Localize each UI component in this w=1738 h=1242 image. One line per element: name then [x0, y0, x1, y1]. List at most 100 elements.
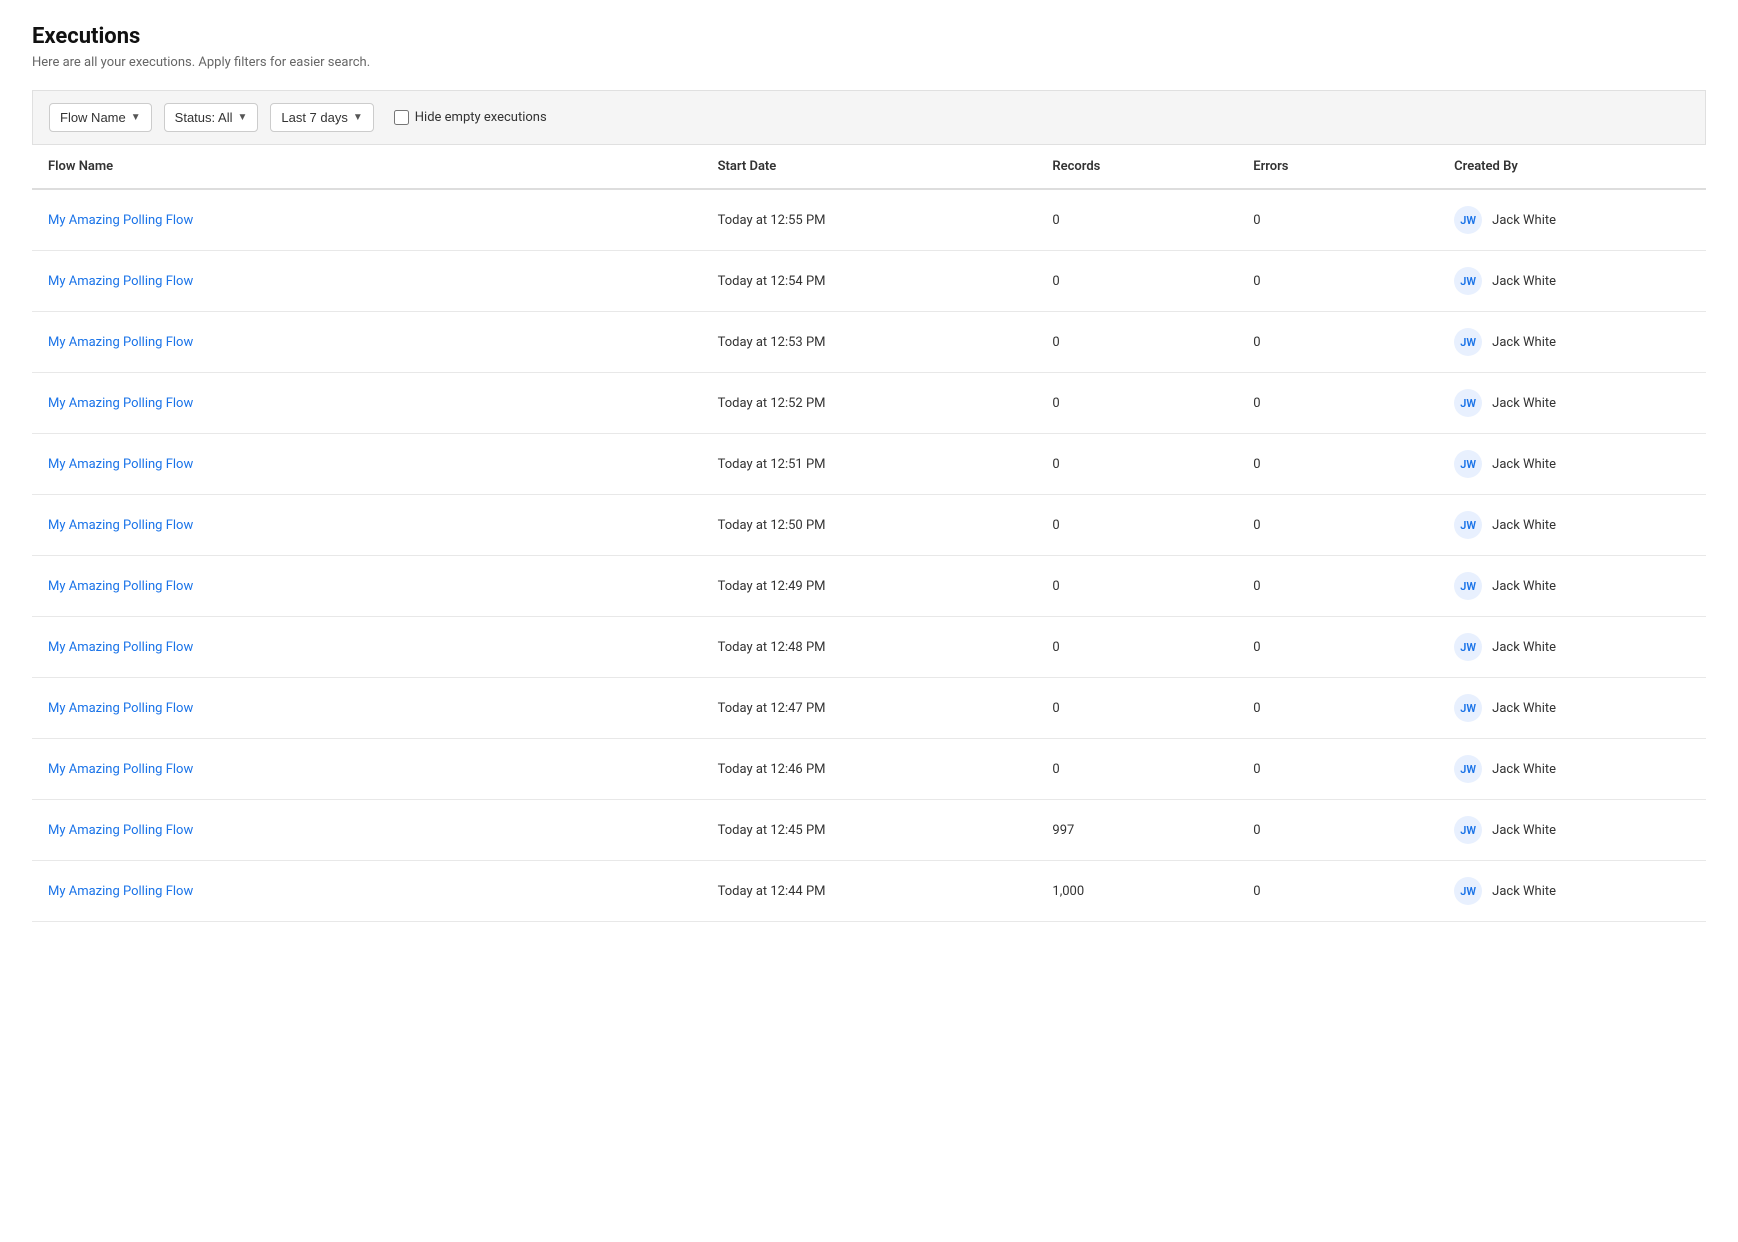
avatar: JW	[1454, 694, 1482, 722]
table-row: My Amazing Polling Flow Today at 12:53 PM…	[32, 312, 1706, 373]
col-header-records: Records	[1036, 145, 1237, 189]
errors-cell: 0	[1237, 251, 1438, 312]
flow-name-link[interactable]: My Amazing Polling Flow	[48, 762, 193, 777]
table-row: My Amazing Polling FlowToday at 12:49 PM…	[32, 556, 1706, 617]
creator-name: Jack White	[1492, 762, 1556, 777]
avatar: JW	[1454, 816, 1482, 844]
start-date-cell: Today at 12:47 PM	[702, 678, 1037, 739]
page-subtitle: Here are all your executions. Apply filt…	[32, 55, 1706, 70]
creator-name: Jack White	[1492, 640, 1556, 655]
avatar: JW	[1454, 328, 1482, 356]
start-date-cell: Today at 12:54 PM	[702, 251, 1037, 312]
created-by-cell: JW Jack White	[1438, 800, 1706, 861]
errors-cell: 0	[1237, 312, 1438, 373]
table-header-row: Flow Name Start Date Records Errors Crea…	[32, 145, 1706, 189]
creator-name: Jack White	[1492, 274, 1556, 289]
records-cell: 1,000	[1036, 861, 1237, 922]
date-range-filter-button[interactable]: Last 7 days ▼	[270, 103, 373, 132]
errors-cell: 0	[1237, 617, 1438, 678]
flow-name-link[interactable]: My Amazing Polling Flow	[48, 274, 193, 289]
created-by-cell: JW Jack White	[1438, 495, 1706, 556]
records-cell: 0	[1036, 678, 1237, 739]
hide-empty-executions-toggle[interactable]: Hide empty executions	[394, 110, 547, 125]
table-row: My Amazing Polling Flow Today at 12:46 PM…	[32, 739, 1706, 800]
table-row: My Amazing Polling Flow Today at 12:51 PM…	[32, 434, 1706, 495]
records-cell: 0	[1036, 434, 1237, 495]
created-by-cell: JW Jack White	[1438, 678, 1706, 739]
start-date-cell: Today at 12:51 PM	[702, 434, 1037, 495]
records-cell: 0	[1036, 312, 1237, 373]
created-by-cell: JW Jack White	[1438, 739, 1706, 800]
flow-name-link[interactable]: My Amazing Polling Flow	[48, 518, 193, 533]
avatar: JW	[1454, 389, 1482, 417]
records-cell: 0	[1036, 617, 1237, 678]
created-by-cell: JWJack White	[1438, 861, 1706, 922]
flow-name-link[interactable]: My Amazing Polling Flow	[48, 701, 193, 716]
records-cell: 0	[1036, 373, 1237, 434]
records-cell: 997	[1036, 800, 1237, 861]
start-date-cell: Today at 12:45 PM	[702, 800, 1037, 861]
created-by-cell: JW Jack White	[1438, 617, 1706, 678]
flow-name-link[interactable]: My Amazing Polling Flow	[48, 884, 193, 899]
created-by-cell: JW Jack White	[1438, 189, 1706, 251]
col-header-errors: Errors	[1237, 145, 1438, 189]
hide-empty-checkbox[interactable]	[394, 110, 409, 125]
errors-cell: 0	[1237, 556, 1438, 617]
records-cell: 0	[1036, 739, 1237, 800]
flow-name-link[interactable]: My Amazing Polling Flow	[48, 579, 193, 594]
page-container: Executions Here are all your executions.…	[0, 0, 1738, 946]
flow-name-link[interactable]: My Amazing Polling Flow	[48, 457, 193, 472]
avatar: JW	[1454, 877, 1482, 905]
table-row: My Amazing Polling Flow Today at 12:45 PM…	[32, 800, 1706, 861]
records-cell: 0	[1036, 251, 1237, 312]
avatar: JW	[1454, 633, 1482, 661]
errors-cell: 0	[1237, 189, 1438, 251]
status-chevron-icon: ▼	[237, 112, 247, 123]
creator-name: Jack White	[1492, 518, 1556, 533]
date-range-filter-label: Last 7 days	[281, 110, 348, 125]
creator-name: Jack White	[1492, 335, 1556, 350]
table-row: My Amazing Polling Flow Today at 12:54 PM…	[32, 251, 1706, 312]
flow-name-filter-label: Flow Name	[60, 110, 126, 125]
avatar: JW	[1454, 267, 1482, 295]
start-date-cell: Today at 12:53 PM	[702, 312, 1037, 373]
flow-name-link[interactable]: My Amazing Polling Flow	[48, 396, 193, 411]
executions-tbody: My Amazing Polling Flow Today at 12:55 PM…	[32, 189, 1706, 922]
flow-name-link[interactable]: My Amazing Polling Flow	[48, 823, 193, 838]
col-header-start-date: Start Date	[702, 145, 1037, 189]
created-by-cell: JW Jack White	[1438, 434, 1706, 495]
table-row: My Amazing Polling FlowToday at 12:50 PM…	[32, 495, 1706, 556]
creator-name: Jack White	[1492, 701, 1556, 716]
errors-cell: 0	[1237, 434, 1438, 495]
errors-cell: 0	[1237, 678, 1438, 739]
created-by-cell: JW Jack White	[1438, 251, 1706, 312]
errors-cell: 0	[1237, 373, 1438, 434]
start-date-cell: Today at 12:55 PM	[702, 189, 1037, 251]
errors-cell: 0	[1237, 861, 1438, 922]
table-row: My Amazing Polling Flow Today at 12:55 PM…	[32, 189, 1706, 251]
start-date-cell: Today at 12:46 PM	[702, 739, 1037, 800]
flow-name-link[interactable]: My Amazing Polling Flow	[48, 640, 193, 655]
avatar: JW	[1454, 755, 1482, 783]
avatar: JW	[1454, 206, 1482, 234]
flow-name-link[interactable]: My Amazing Polling Flow	[48, 335, 193, 350]
errors-cell: 0	[1237, 495, 1438, 556]
hide-empty-label-text: Hide empty executions	[415, 110, 547, 125]
creator-name: Jack White	[1492, 457, 1556, 472]
avatar: JW	[1454, 450, 1482, 478]
avatar: JW	[1454, 511, 1482, 539]
created-by-cell: JW Jack White	[1438, 312, 1706, 373]
col-header-created-by: Created By	[1438, 145, 1706, 189]
status-filter-button[interactable]: Status: All ▼	[164, 103, 259, 132]
date-range-chevron-icon: ▼	[353, 112, 363, 123]
start-date-cell: Today at 12:48 PM	[702, 617, 1037, 678]
table-row: My Amazing Polling Flow Today at 12:47 PM…	[32, 678, 1706, 739]
creator-name: Jack White	[1492, 823, 1556, 838]
records-cell: 0	[1036, 189, 1237, 251]
creator-name: Jack White	[1492, 213, 1556, 228]
flow-name-link[interactable]: My Amazing Polling Flow	[48, 213, 193, 228]
flow-name-filter-button[interactable]: Flow Name ▼	[49, 103, 152, 132]
col-header-flow-name: Flow Name	[32, 145, 702, 189]
creator-name: Jack White	[1492, 579, 1556, 594]
errors-cell: 0	[1237, 739, 1438, 800]
